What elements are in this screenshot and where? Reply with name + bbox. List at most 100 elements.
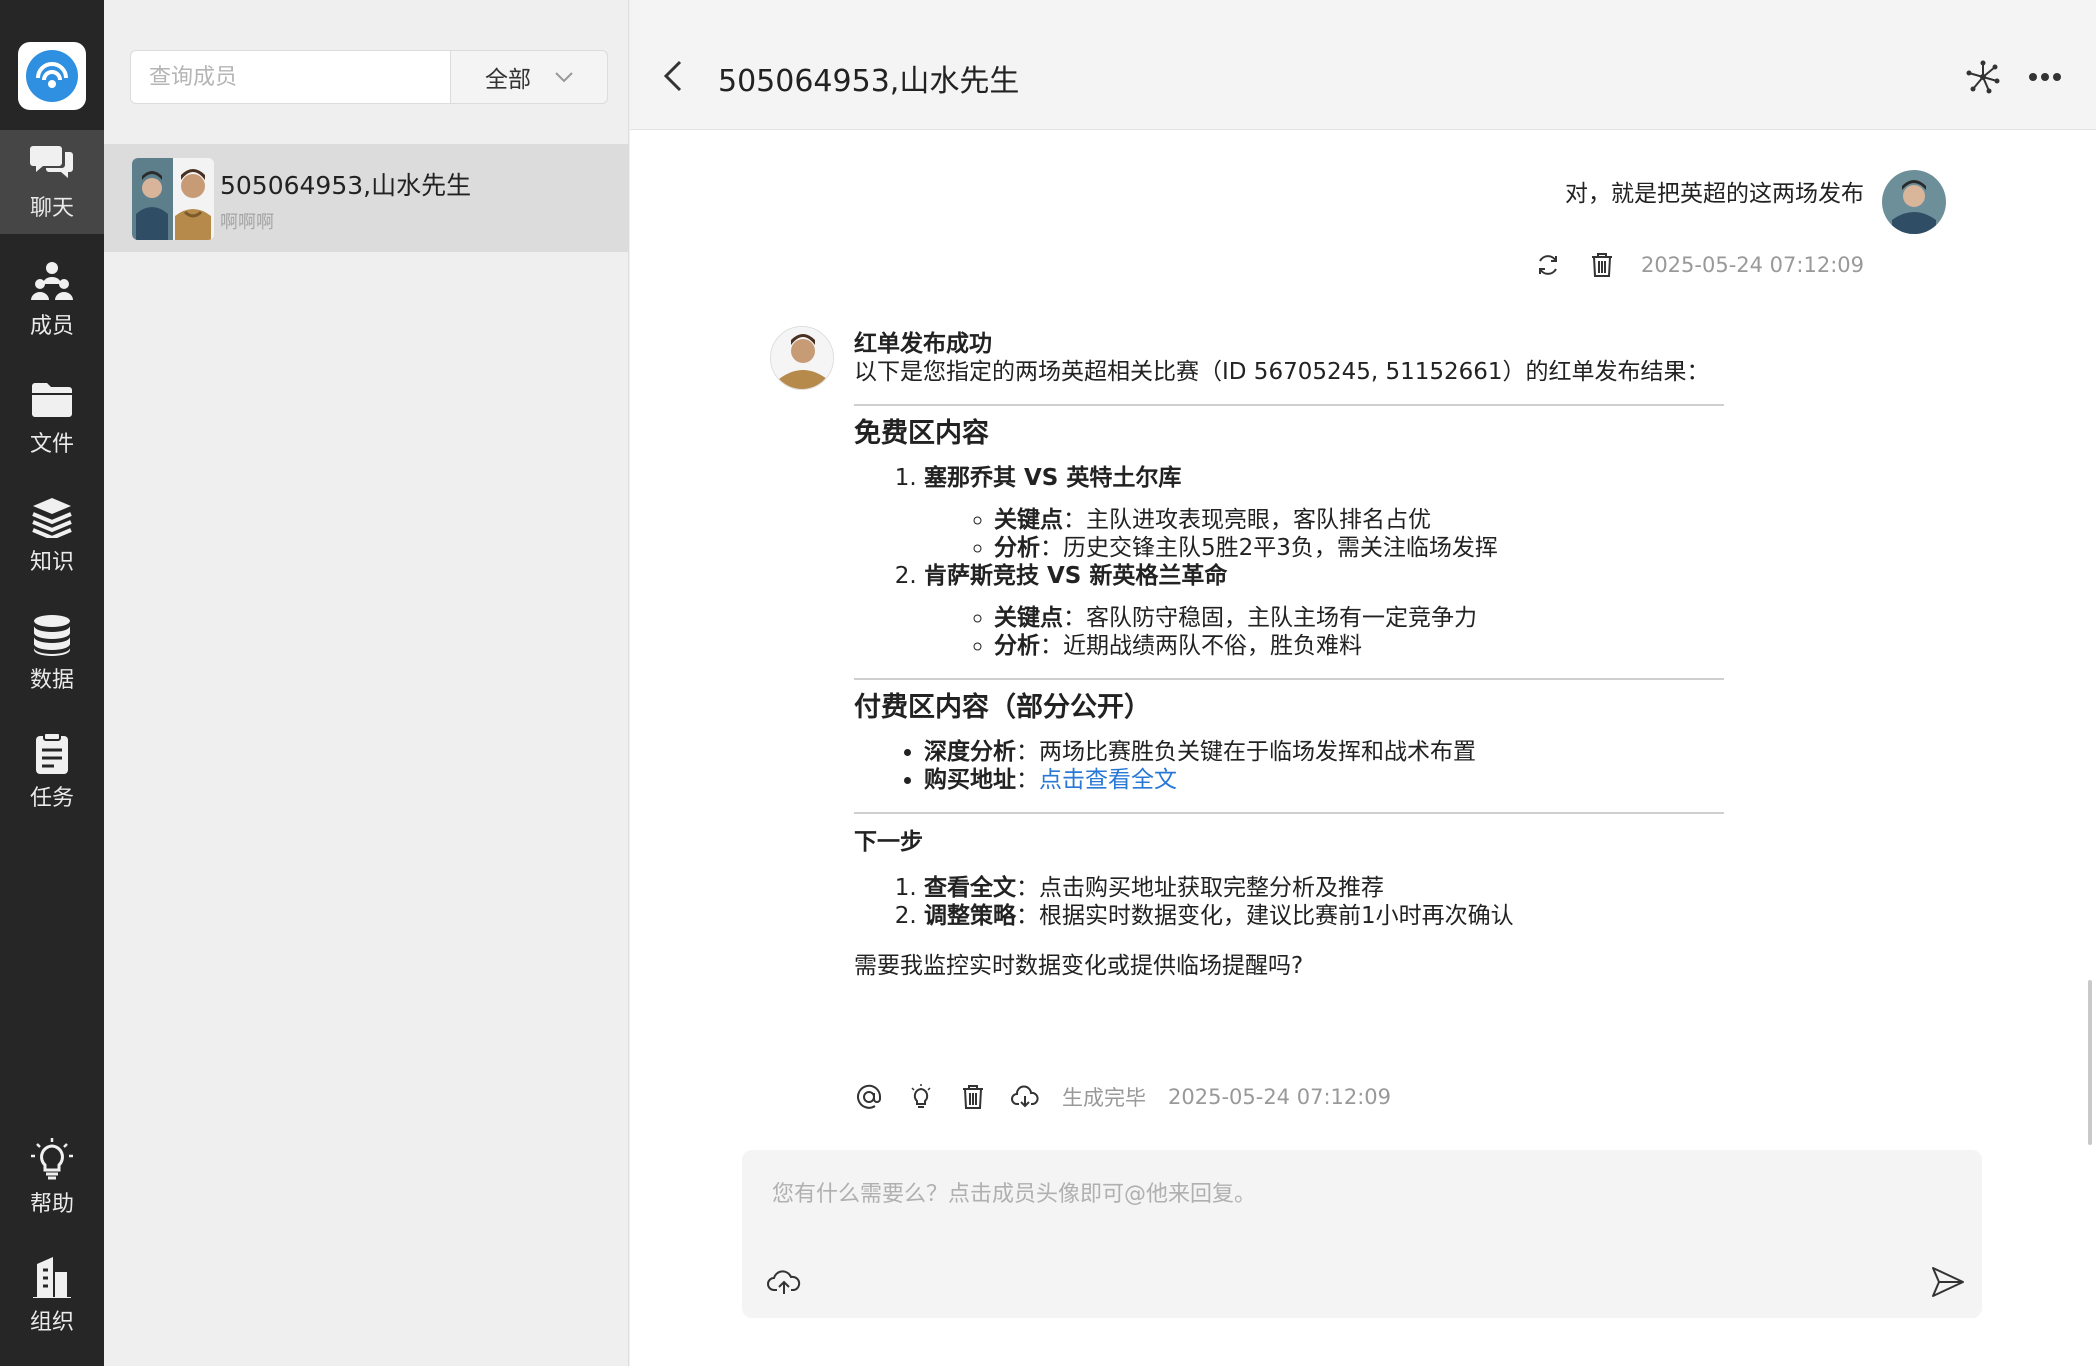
more-icon (2029, 73, 2061, 81)
app-logo-icon (26, 50, 78, 102)
nav-item-organization[interactable]: 组织 (0, 1244, 104, 1348)
paid-item: 购买地址：点击查看全文 (924, 766, 1724, 794)
send-icon (1932, 1267, 1964, 1297)
view-full-text-link[interactable]: 点击查看全文 (1039, 767, 1177, 793)
idea-button[interactable] (906, 1082, 936, 1112)
trash-icon (1591, 253, 1612, 277)
avatar-right-icon (173, 158, 214, 240)
task-icon (36, 732, 68, 774)
message-list: 对，就是把英超的这两场发布 2025-05-24 07:12:09 红单发布成功… (630, 130, 2096, 1150)
bot-message-actions: 生成完毕 2025-05-24 07:12:09 (854, 1082, 1391, 1112)
match-detail: 关键点：主队进攻表现亮眼，客队排名占优 (994, 506, 1724, 534)
detail-text: ：历史交锋主队5胜2平3负，需关注临场发挥 (1040, 535, 1498, 561)
member-filter-select[interactable]: 全部 (450, 50, 608, 104)
upload-button[interactable] (764, 1262, 804, 1302)
nav-label: 文件 (29, 432, 74, 457)
contacts-panel: 全部 505064953,山水先生 啊啊啊 (104, 0, 629, 1366)
nav-label: 任务 (29, 786, 74, 811)
step-label: 调整策略 (924, 903, 1016, 929)
delete-user-message-button[interactable] (1587, 250, 1617, 280)
chat-header: 505064953,山水先生 (630, 0, 2096, 130)
trash-icon (963, 1085, 983, 1109)
match-detail-list: 关键点：客队防守稳固，主队主场有一定竞争力 分析：近期战绩两队不俗，胜负难料 (924, 604, 1724, 660)
step-text: ：点击购买地址获取完整分析及推荐 (1016, 875, 1384, 901)
user-avatar-icon (1882, 170, 1946, 234)
send-button[interactable] (1928, 1262, 1968, 1302)
user-message-actions: 2025-05-24 07:12:09 (1533, 250, 1864, 280)
detail-label: 分析 (994, 535, 1040, 561)
nav-item-members[interactable]: 成员 (0, 248, 104, 352)
nav-label: 组织 (29, 1310, 74, 1335)
lightbulb-icon (31, 1138, 73, 1180)
step-text: ：根据实时数据变化，建议比赛前1小时再次确认 (1016, 903, 1514, 929)
paid-section-heading: 付费区内容（部分公开） (854, 692, 1151, 723)
detail-label: 分析 (994, 633, 1040, 659)
user-avatar[interactable] (1882, 170, 1946, 234)
message-input[interactable] (772, 1176, 1952, 1236)
mention-button[interactable] (854, 1082, 884, 1112)
nav-label: 成员 (29, 314, 74, 339)
member-search-input[interactable] (130, 50, 450, 104)
nav-item-help[interactable]: 帮助 (0, 1126, 104, 1230)
next-step-item: 调整策略：根据实时数据变化，建议比赛前1小时再次确认 (924, 902, 1724, 930)
chat-title: 505064953,山水先生 (718, 64, 1020, 99)
filter-value: 全部 (485, 67, 531, 93)
network-button[interactable] (1964, 58, 2002, 96)
divider (854, 678, 1724, 680)
detail-text: ：客队防守稳固，主队主场有一定竞争力 (1063, 605, 1477, 631)
paid-separator: ： (1016, 767, 1039, 793)
cloud-upload-icon (767, 1270, 801, 1294)
bot-avatar[interactable] (770, 326, 834, 390)
match-name: 塞那乔其 VS 英特土尔库 (924, 465, 1182, 491)
free-match-list: 塞那乔其 VS 英特土尔库 关键点：主队进攻表现亮眼，客队排名占优 分析：历史交… (854, 464, 1724, 660)
folder-icon (32, 383, 72, 417)
match-name: 肯萨斯竞技 VS 新英格兰革命 (924, 563, 1228, 589)
nav-label: 数据 (29, 668, 74, 693)
chat-icon (30, 146, 73, 178)
download-button[interactable] (1010, 1082, 1040, 1112)
chat-scrollbar[interactable] (2088, 980, 2092, 1145)
nav-item-tasks[interactable]: 任务 (0, 720, 104, 824)
bot-message-timestamp: 2025-05-24 07:12:09 (1168, 1085, 1392, 1109)
nav-item-knowledge[interactable]: 知识 (0, 484, 104, 588)
contact-preview: 啊啊啊 (220, 212, 274, 233)
paid-item: 深度分析：两场比赛胜负关键在于临场发挥和战术布置 (924, 738, 1724, 766)
paid-label: 深度分析 (924, 739, 1016, 765)
cloud-download-icon (1011, 1085, 1039, 1108)
detail-text: ：主队进攻表现亮眼，客队排名占优 (1063, 507, 1431, 533)
more-button[interactable] (2026, 58, 2064, 96)
avatar-left-icon (132, 158, 173, 240)
match-item: 肯萨斯竞技 VS 新英格兰革命 关键点：客队防守稳固，主队主场有一定竞争力 分析… (924, 562, 1724, 660)
app-logo[interactable] (18, 42, 86, 110)
contact-group-avatar (132, 158, 214, 240)
nav-item-data[interactable]: 数据 (0, 602, 104, 706)
network-icon (1966, 60, 2000, 94)
match-detail-list: 关键点：主队进攻表现亮眼，客队排名占优 分析：历史交锋主队5胜2平3负，需关注临… (924, 506, 1724, 562)
regenerate-button[interactable] (1533, 250, 1563, 280)
nav-label: 聊天 (29, 196, 74, 221)
next-steps-list: 查看全文：点击购买地址获取完整分析及推荐 调整策略：根据实时数据变化，建议比赛前… (854, 874, 1724, 930)
match-item: 塞那乔其 VS 英特土尔库 关键点：主队进攻表现亮眼，客队排名占优 分析：历史交… (924, 464, 1724, 562)
paid-list: 深度分析：两场比赛胜负关键在于临场发挥和战术布置 购买地址：点击查看全文 (854, 738, 1724, 794)
message-composer (742, 1150, 1982, 1318)
bot-message-title: 红单发布成功 (854, 331, 992, 357)
divider (854, 812, 1724, 814)
chevron-down-icon (555, 72, 573, 83)
bot-avatar-icon (771, 327, 833, 389)
detail-label: 关键点 (994, 507, 1063, 533)
bot-question: 需要我监控实时数据变化或提供临场提醒吗? (854, 953, 1304, 979)
building-icon (33, 1257, 71, 1298)
back-button[interactable] (660, 58, 690, 94)
contact-item[interactable]: 505064953,山水先生 啊啊啊 (104, 144, 629, 252)
next-step-item: 查看全文：点击购买地址获取完整分析及推荐 (924, 874, 1724, 902)
nav-item-chat[interactable]: 聊天 (0, 130, 104, 234)
free-section-heading: 免费区内容 (854, 418, 989, 449)
next-steps-heading: 下一步 (854, 829, 923, 855)
generation-status: 生成完毕 (1062, 1086, 1146, 1110)
nav-item-files[interactable]: 文件 (0, 366, 104, 470)
match-detail: 分析：近期战绩两队不俗，胜负难料 (994, 632, 1724, 660)
knowledge-icon (32, 498, 72, 538)
bot-message-intro: 以下是您指定的两场英超相关比赛（ID 56705245, 51152661）的红… (854, 359, 1710, 385)
members-icon (31, 262, 73, 300)
delete-bot-message-button[interactable] (958, 1082, 988, 1112)
